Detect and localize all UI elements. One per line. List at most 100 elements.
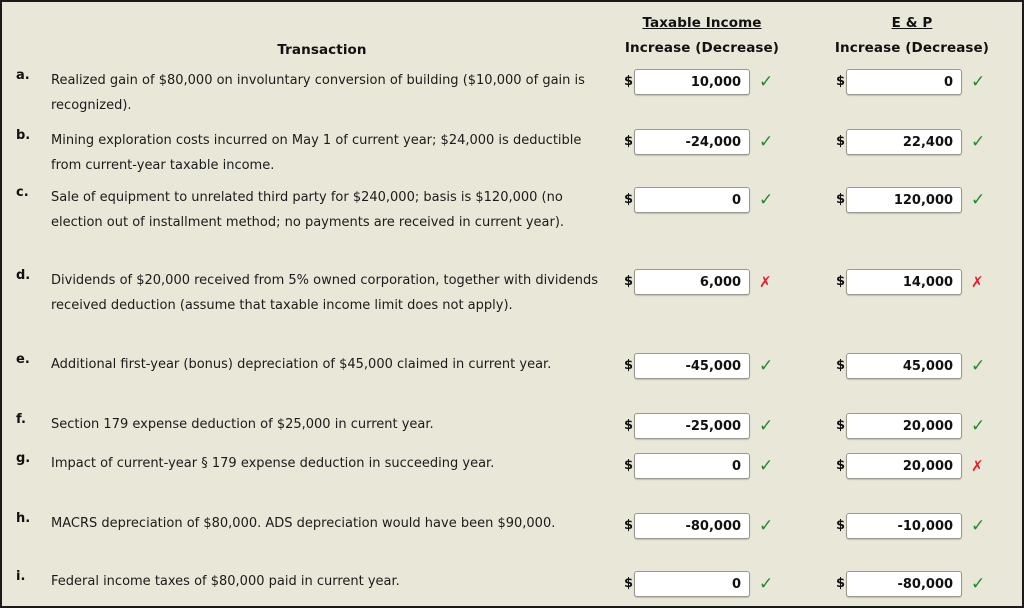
transaction-description: Federal income taxes of $80,000 paid in … [51,574,400,589]
transaction-description: Section 179 expense deduction of $25,000… [51,417,434,432]
answer-cell-taxable-income: $ -25,000 ✓ [624,412,773,440]
answer-cell-taxable-income: $0 ✓ [624,452,773,480]
answer-cell-ep: $20,000 ✗ [836,452,984,480]
column-header-taxable-income-title: Taxable Income [642,15,762,31]
column-header-ep-title: E & P [891,15,933,31]
currency-symbol: $ [624,134,634,149]
currency-symbol: $ [624,518,634,533]
answer-cell-ep: $120,000 ✓ [836,186,985,214]
transaction-letter: g. [16,451,31,466]
taxable-income-input-c[interactable]: 0 [634,187,751,213]
transaction-description: Impact of current-year § 179 expense ded… [51,456,495,471]
transaction-letter: i. [16,569,26,584]
transaction-letter: h. [16,511,31,526]
transaction-letter: d. [16,268,31,283]
ep-input-f[interactable]: 20,000 [846,413,963,439]
answer-cell-ep: $ -10,000 ✓ [836,512,985,540]
currency-symbol: $ [624,192,634,207]
correct-check-icon: ✓ [759,573,774,594]
taxable-income-input-f[interactable]: -25,000 [634,413,751,439]
transaction-description: Sale of equipment to unrelated third par… [51,190,565,230]
answer-cell-taxable-income: $0 ✓ [624,186,773,214]
currency-symbol: $ [836,134,846,149]
correct-check-icon: ✓ [759,455,774,476]
ep-input-i[interactable]: -80,000 [846,571,963,597]
answer-cell-ep: $45,000 ✓ [836,352,985,380]
currency-symbol: $ [624,74,634,89]
answer-cell-taxable-income: $0 ✓ [624,570,773,598]
currency-symbol: $ [836,458,846,473]
answer-cell-taxable-income: $ -80,000 ✓ [624,512,773,540]
transaction-row: d. Dividends of $20,000 received from 5% … [16,268,602,318]
taxable-income-input-e[interactable]: -45,000 [634,353,751,379]
taxable-income-input-g[interactable]: 0 [634,453,751,479]
taxable-income-input-d[interactable]: 6,000 [634,269,751,295]
transaction-row: f. Section 179 expense deduction of $25,0… [16,412,602,437]
transaction-row: h. MACRS depreciation of $80,000. ADS dep… [16,511,602,536]
transaction-row: b. Mining exploration costs incurred on M… [16,128,602,178]
transaction-description: MACRS depreciation of $80,000. ADS depre… [51,516,556,531]
currency-symbol: $ [836,192,846,207]
ep-input-c[interactable]: 120,000 [846,187,963,213]
transaction-row: e. Additional first-year (bonus) deprecia… [16,352,602,377]
answer-cell-taxable-income: $ -24,000 ✓ [624,128,773,156]
correct-check-icon: ✓ [971,131,986,152]
taxable-income-input-b[interactable]: -24,000 [634,129,751,155]
taxable-income-input-a[interactable]: 10,000 [634,69,751,95]
incorrect-cross-icon: ✗ [759,272,772,291]
transaction-letter: f. [16,412,26,427]
ep-input-b[interactable]: 22,400 [846,129,963,155]
ep-input-a[interactable]: 0 [846,69,963,95]
currency-symbol: $ [624,418,634,433]
transaction-row: g. Impact of current-year § 179 expense d… [16,451,602,476]
correct-check-icon: ✓ [971,71,986,92]
currency-symbol: $ [624,274,634,289]
transaction-letter: b. [16,128,31,143]
transaction-letter: e. [16,352,30,367]
correct-check-icon: ✓ [759,71,774,92]
answer-cell-taxable-income: $ -45,000 ✓ [624,352,773,380]
correct-check-icon: ✓ [971,415,986,436]
incorrect-cross-icon: ✗ [971,456,984,475]
column-header-ep-subtitle: Increase (Decrease) [834,40,990,56]
correct-check-icon: ✓ [971,515,986,536]
answer-cell-ep: $0 ✓ [836,68,985,96]
transaction-row: i. Federal income taxes of $80,000 paid i… [16,569,602,594]
transaction-description: Additional first-year (bonus) depreciati… [51,357,552,372]
transaction-description: Mining exploration costs incurred on May… [51,133,582,173]
ep-input-g[interactable]: 20,000 [846,453,963,479]
transaction-row: c. Sale of equipment to unrelated third p… [16,185,602,235]
correct-check-icon: ✓ [759,189,774,210]
correct-check-icon: ✓ [971,355,986,376]
currency-symbol: $ [836,518,846,533]
answer-cell-ep: $14,000 ✗ [836,268,984,296]
transaction-row: a. Realized gain of $80,000 on involuntar… [16,68,602,118]
currency-symbol: $ [836,358,846,373]
column-header-taxable-income-subtitle: Increase (Decrease) [624,40,780,56]
correct-check-icon: ✓ [971,573,986,594]
answer-cell-ep: $ -80,000 ✓ [836,570,985,598]
transaction-effects-worksheet: Transaction Taxable Income Increase (Dec… [0,0,1024,608]
correct-check-icon: ✓ [759,415,774,436]
correct-check-icon: ✓ [759,355,774,376]
correct-check-icon: ✓ [759,515,774,536]
currency-symbol: $ [836,576,846,591]
currency-symbol: $ [624,576,634,591]
currency-symbol: $ [624,458,634,473]
answer-cell-taxable-income: $6,000 ✗ [624,268,772,296]
taxable-income-input-h[interactable]: -80,000 [634,513,751,539]
answer-cell-taxable-income: $10,000 ✓ [624,68,773,96]
correct-check-icon: ✓ [759,131,774,152]
taxable-income-input-i[interactable]: 0 [634,571,751,597]
ep-input-d[interactable]: 14,000 [846,269,963,295]
currency-symbol: $ [836,418,846,433]
answer-cell-ep: $22,400 ✓ [836,128,985,156]
ep-input-e[interactable]: 45,000 [846,353,963,379]
transaction-letter: a. [16,68,30,83]
column-header-transaction: Transaction [277,42,367,58]
correct-check-icon: ✓ [971,189,986,210]
ep-input-h[interactable]: -10,000 [846,513,963,539]
answer-cell-ep: $20,000 ✓ [836,412,985,440]
transaction-description: Dividends of $20,000 received from 5% ow… [51,273,599,313]
currency-symbol: $ [836,74,846,89]
